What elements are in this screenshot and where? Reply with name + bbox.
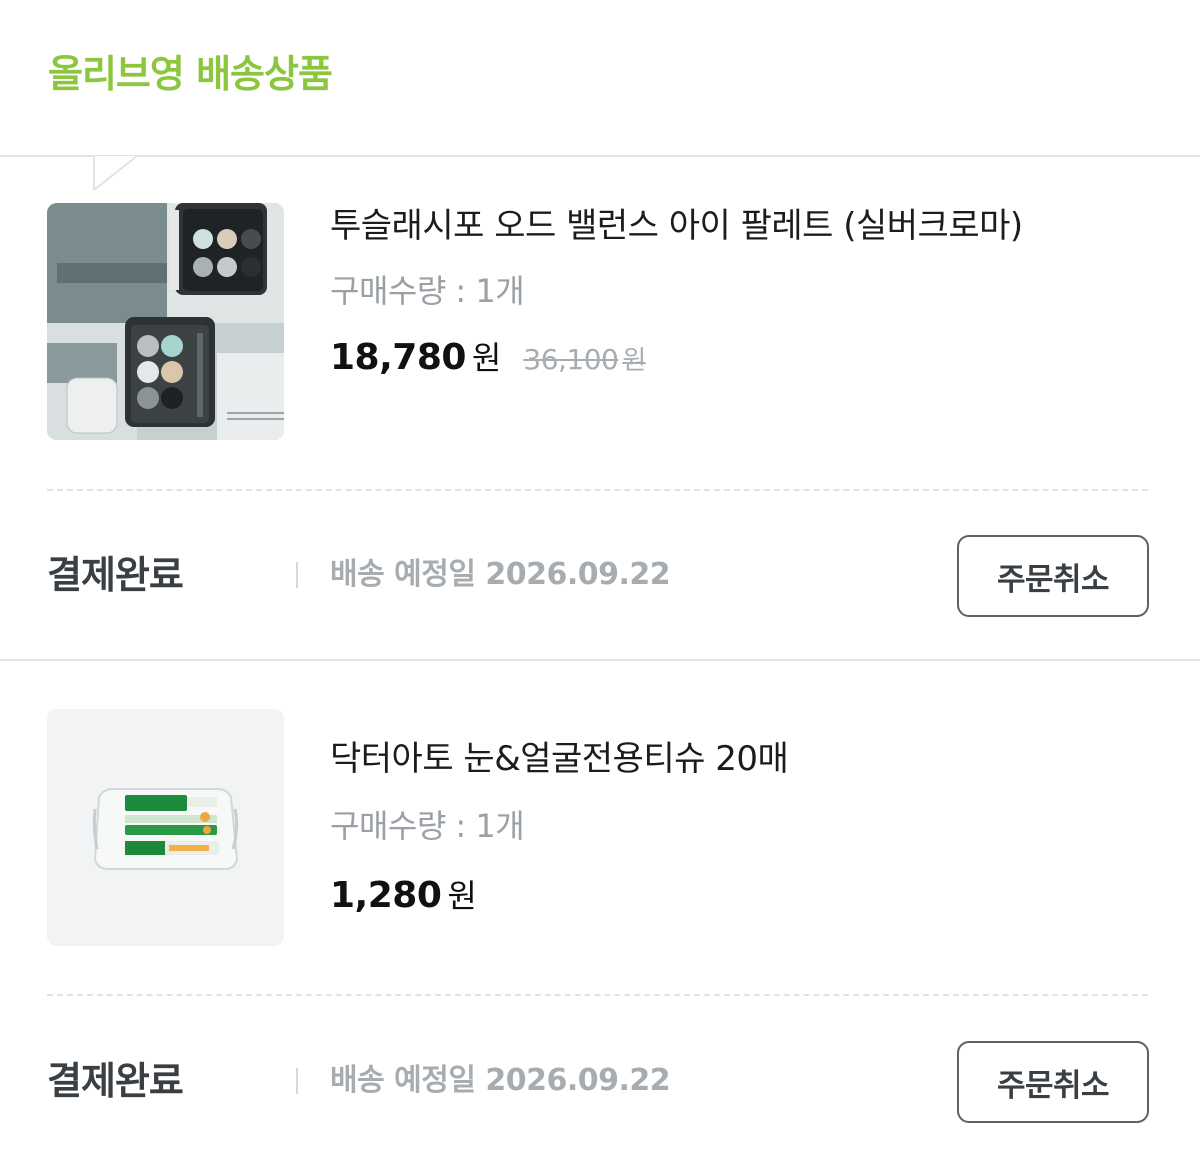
order-status: 결제완료: [47, 553, 184, 597]
cancel-order-button[interactable]: 주문취소: [957, 535, 1149, 617]
price-row: 1,280 원: [330, 871, 1080, 917]
sale-price: 1,280: [330, 875, 442, 916]
cancel-order-button[interactable]: 주문취소: [957, 1041, 1149, 1123]
section-title: 올리브영 배송상품: [48, 52, 333, 96]
sale-price: 18,780: [330, 337, 466, 378]
product-item: 투슬래시포 오드 밸런스 아이 팔레트 (실버크로마) 구매수량 : 1개 18…: [0, 157, 1200, 660]
price-row: 18,780 원 36,100 원: [330, 333, 1080, 379]
section-header: 올리브영 배송상품: [0, 0, 1200, 155]
original-price-value: 36,100: [523, 343, 619, 376]
delivery-date: 배송 예정일 2026.09.22: [330, 557, 671, 592]
order-status-row: 결제완료 배송 예정일 2026.09.22 주문취소: [0, 533, 1200, 623]
status-separator: [296, 1068, 298, 1094]
order-status: 결제완료: [47, 1059, 184, 1103]
wet-tissue-pack-image: [47, 709, 284, 946]
status-separator: [296, 562, 298, 588]
product-quantity: 구매수량 : 1개: [330, 807, 525, 845]
sale-price-unit: 원: [447, 877, 477, 915]
product-name[interactable]: 닥터아토 눈&얼굴전용티슈 20매: [330, 734, 1050, 784]
order-status-row: 결제완료 배송 예정일 2026.09.22 주문취소: [0, 1039, 1200, 1129]
original-price-unit: 원: [622, 346, 646, 376]
eyeshadow-palette-image: [47, 203, 284, 440]
dashed-divider: [47, 994, 1148, 996]
product-thumbnail[interactable]: [47, 709, 284, 946]
delivery-date: 배송 예정일 2026.09.22: [330, 1063, 671, 1098]
product-quantity: 구매수량 : 1개: [330, 272, 525, 310]
product-thumbnail[interactable]: [47, 203, 284, 440]
original-price: 36,100 원: [523, 340, 646, 377]
product-info: 닥터아토 눈&얼굴전용티슈 20매 구매수량 : 1개 1,280 원: [330, 734, 1080, 917]
product-item: 닥터아토 눈&얼굴전용티슈 20매 구매수량 : 1개 1,280 원 결제완료…: [0, 662, 1200, 1153]
product-divider: [0, 659, 1200, 661]
product-name[interactable]: 투슬래시포 오드 밸런스 아이 팔레트 (실버크로마): [330, 201, 1050, 251]
sale-price-unit: 원: [471, 339, 502, 377]
dashed-divider: [47, 489, 1148, 491]
product-info: 투슬래시포 오드 밸런스 아이 팔레트 (실버크로마) 구매수량 : 1개 18…: [330, 201, 1080, 379]
